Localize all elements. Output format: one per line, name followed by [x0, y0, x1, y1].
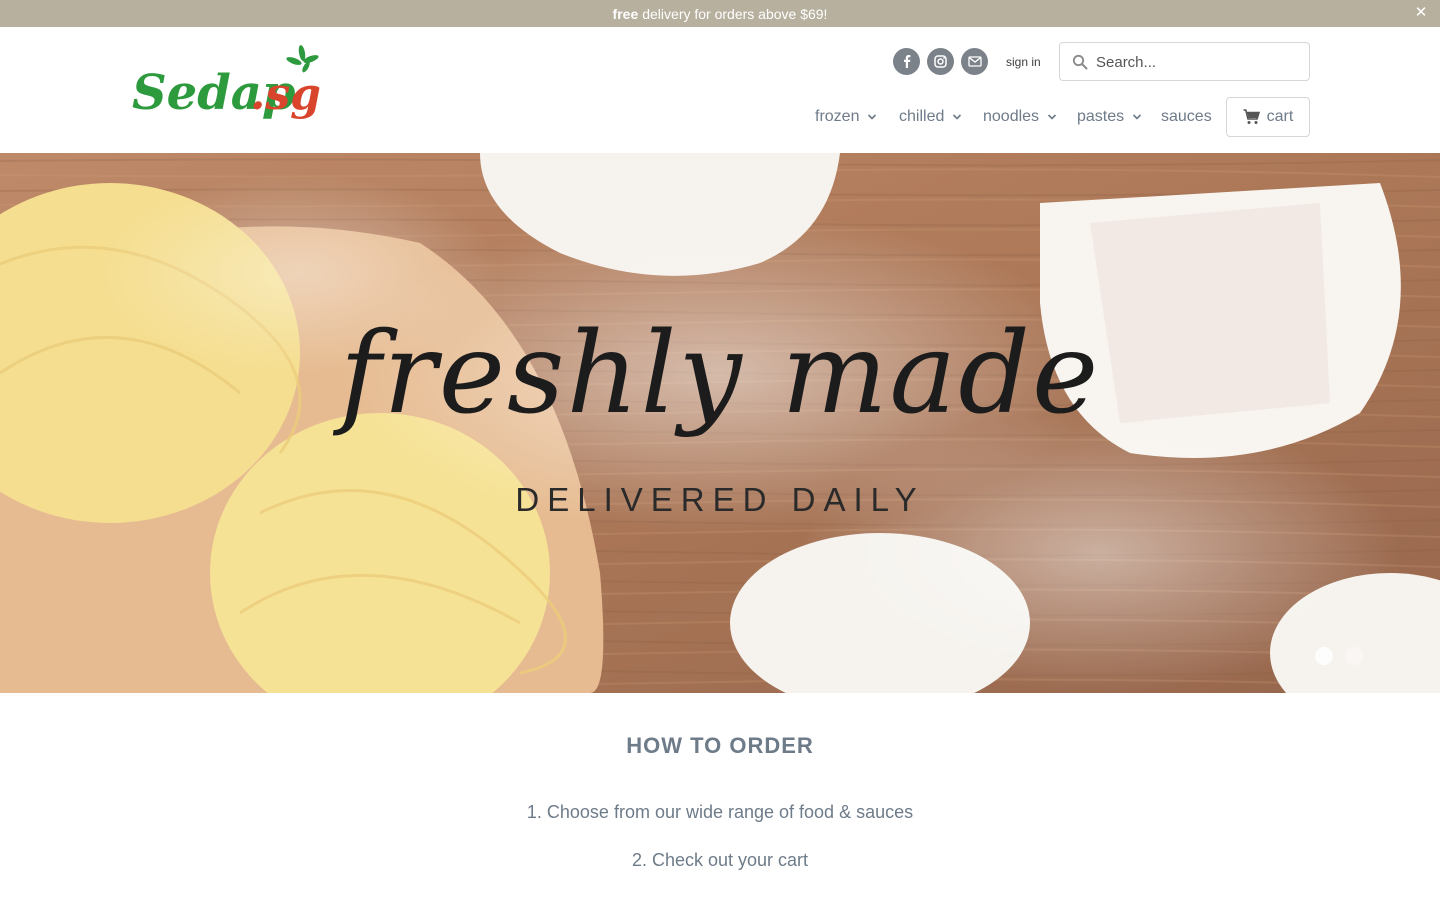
slide-dot-2[interactable]	[1345, 647, 1363, 665]
announcement-text: delivery for orders above $69!	[642, 5, 828, 22]
nav-label: sauces	[1161, 108, 1212, 125]
announcement-bold: free	[612, 5, 639, 22]
search-input[interactable]	[1096, 50, 1296, 74]
nav-item-frozen[interactable]: frozen	[815, 106, 877, 128]
logo-text-suffix: .sg	[250, 69, 321, 120]
hero-headline: freshly made	[339, 309, 1101, 439]
sign-in-link[interactable]: sign in	[1006, 55, 1041, 69]
chevron-down-icon	[868, 114, 877, 120]
nav-item-sauces[interactable]: sauces	[1161, 106, 1212, 128]
nav-label: pastes	[1077, 108, 1125, 125]
hero-banner[interactable]: freshly made DELIVERED DAILY	[0, 153, 1440, 693]
nav-label: noodles	[983, 108, 1040, 125]
cart-button[interactable]: cart	[1226, 97, 1310, 137]
mail-icon[interactable]	[961, 48, 988, 75]
nav-item-chilled[interactable]: chilled	[899, 106, 962, 128]
nav-label: frozen	[815, 108, 860, 125]
search-box[interactable]	[1059, 42, 1310, 81]
nav-item-pastes[interactable]: pastes	[1077, 106, 1142, 128]
chevron-down-icon	[953, 114, 962, 120]
chevron-down-icon	[1047, 114, 1057, 120]
search-icon	[1072, 54, 1088, 70]
chevron-down-icon	[1133, 114, 1142, 120]
close-icon[interactable]: ✕	[1412, 4, 1430, 22]
hero-subheadline: DELIVERED DAILY	[515, 481, 925, 518]
cart-label: cart	[1266, 108, 1294, 125]
announcement-bar: free delivery for orders above $69! ✕	[0, 0, 1440, 27]
slide-dot-1[interactable]	[1315, 647, 1333, 665]
how-to-order-title: HOW TO ORDER	[626, 733, 814, 758]
site-logo[interactable]: Sedap .sg	[130, 43, 325, 125]
nav-item-noodles[interactable]: noodles	[983, 106, 1057, 128]
instagram-icon[interactable]	[927, 48, 954, 75]
order-step-1: 1. Choose from our wide range of food & …	[526, 802, 914, 822]
nav-label: chilled	[899, 108, 945, 125]
order-step-2: 2. Check out your cart	[631, 850, 809, 870]
facebook-icon[interactable]	[893, 48, 920, 75]
site-header: Sedap .sg sign in frozen chilled noodles	[0, 27, 1440, 153]
cart-icon	[1243, 109, 1260, 124]
